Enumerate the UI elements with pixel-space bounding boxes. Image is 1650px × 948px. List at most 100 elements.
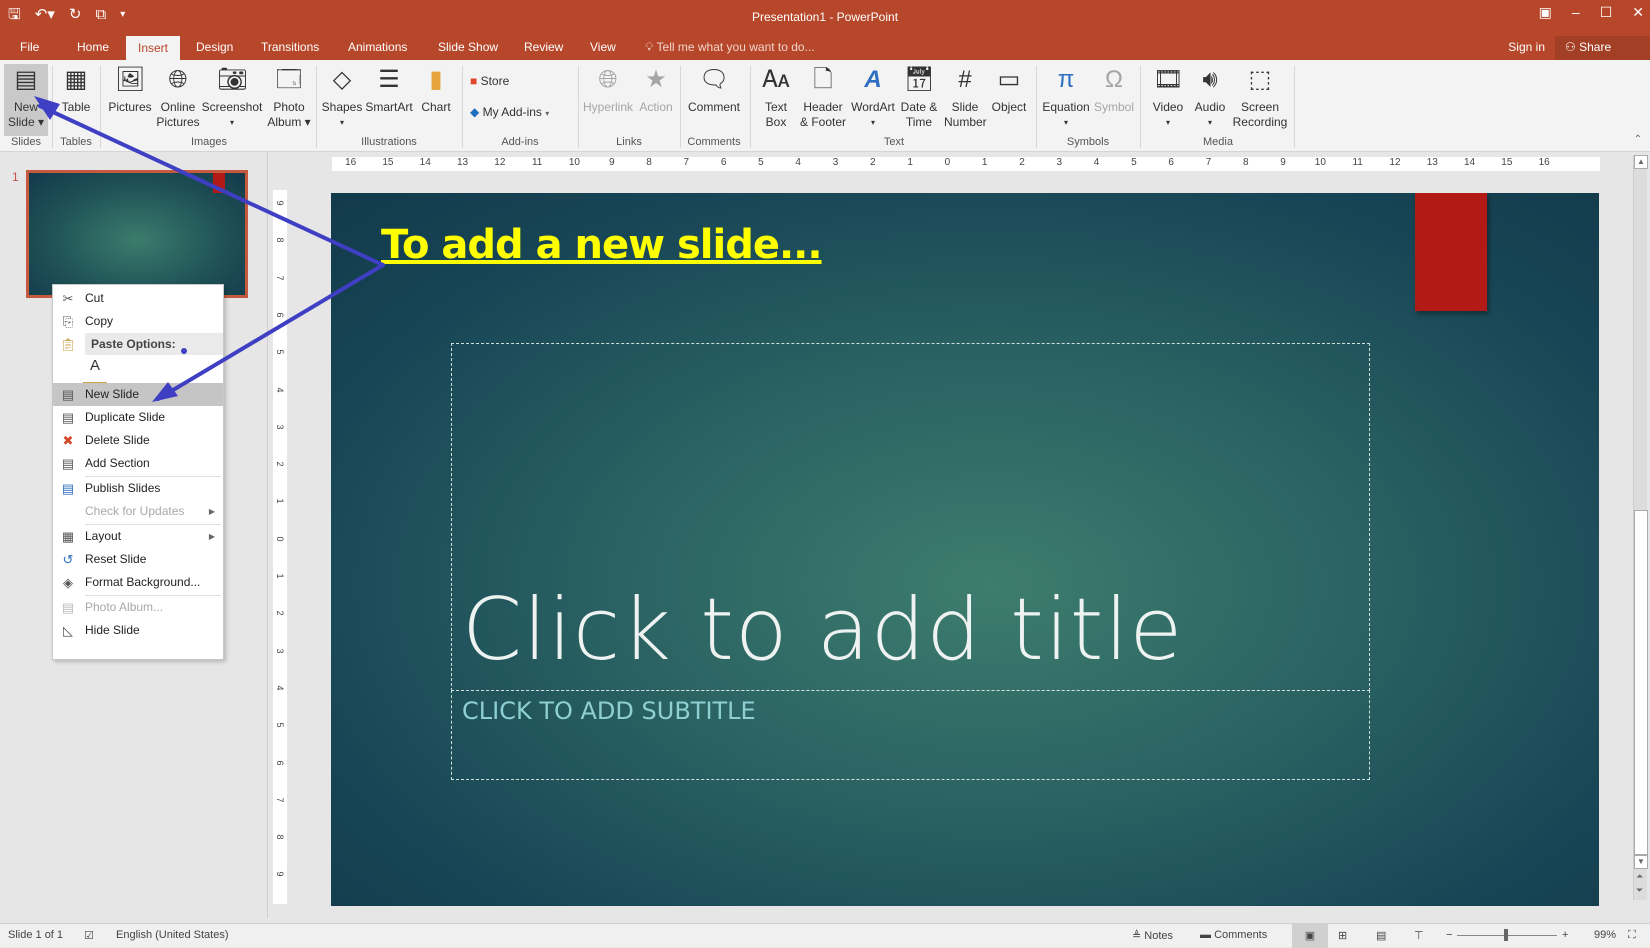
photo-album-button[interactable]: 🗔 Photo Album ▾ [266, 64, 312, 130]
tab-view[interactable]: View [590, 38, 616, 56]
tab-review[interactable]: Review [524, 38, 563, 56]
ruler-tick-label: 10 [556, 157, 593, 168]
tab-insert[interactable]: Insert [126, 36, 180, 60]
header-footer-button[interactable]: 🗋 Header & Footer [798, 64, 848, 130]
label: Header [798, 100, 848, 115]
menu-item-duplicate-slide[interactable]: ▤Duplicate Slide [53, 406, 223, 429]
screenshot-button[interactable]: 📷︎ Screenshot ▾ [201, 64, 263, 130]
tab-design[interactable]: Design [196, 38, 233, 56]
zoom-out-button[interactable]: − [1446, 929, 1452, 941]
share-button[interactable]: ⚇ Share [1555, 36, 1650, 60]
scroll-down-button[interactable]: ▼ [1634, 855, 1648, 869]
smartart-button[interactable]: ☰ SmartArt [364, 64, 414, 115]
ruler-tick-label: 9 [275, 196, 285, 210]
menu-item-copy[interactable]: ⎘Copy [53, 310, 223, 333]
label: New Slide [85, 387, 139, 401]
menu-item-layout[interactable]: ▦Layout▶ [53, 525, 223, 548]
object-button[interactable]: ▭ Object [988, 64, 1030, 115]
vertical-scrollbar[interactable]: ▲ ▼ ⏶ ⏷ [1633, 155, 1647, 900]
spell-check-icon[interactable]: ☑ [84, 929, 94, 942]
tell-me-box[interactable]: 💡︎ Tell me what you want to do... [645, 40, 815, 55]
publish-slides-icon: ▤ [59, 477, 77, 500]
audio-button[interactable]: 🔊︎ Audio ▾ [1190, 64, 1230, 130]
text-box-button[interactable]: 🗛 Text Box [758, 64, 794, 130]
scroll-up-button[interactable]: ▲ [1634, 155, 1648, 169]
minimize-icon[interactable]: – [1572, 4, 1580, 21]
menu-item-delete-slide[interactable]: ✖Delete Slide [53, 429, 223, 452]
menu-item-hide-slide[interactable]: ◺Hide Slide [53, 619, 223, 642]
label: Store [481, 74, 510, 88]
online-pictures-button[interactable]: 🌐︎ Online Pictures [156, 64, 200, 130]
divider [100, 66, 101, 148]
paste-keep-text-only-button[interactable]: A [83, 357, 107, 383]
label: Symbol [1092, 100, 1136, 115]
menu-item-new-slide[interactable]: ▤New Slide [53, 383, 223, 406]
wordart-button[interactable]: A WordArt ▾ [850, 64, 896, 130]
slide-number-button[interactable]: # Slide Number [944, 64, 986, 130]
normal-view-button[interactable]: ▣ [1292, 924, 1328, 948]
tab-home[interactable]: Home [77, 38, 109, 56]
screen-recording-button[interactable]: ⬚ Screen Recording [1232, 64, 1288, 130]
menu-item-format-background[interactable]: ◈Format Background... [53, 571, 223, 594]
video-button[interactable]: 🎞︎ Video ▾ [1148, 64, 1188, 130]
label: Number [944, 115, 986, 130]
zoom-in-button[interactable]: + [1562, 929, 1568, 941]
slide-sorter-view-icon[interactable]: ⊞ [1338, 929, 1347, 942]
hyperlink-button[interactable]: 🌐︎ Hyperlink [582, 64, 634, 115]
next-slide-icon[interactable]: ⏷ [1636, 885, 1643, 896]
title-placeholder[interactable]: Click to add title [451, 343, 1370, 691]
ruler-tick-label: 5 [1115, 157, 1152, 168]
menu-item-publish-slides[interactable]: ▤Publish Slides [53, 477, 223, 500]
horizontal-ruler: 1615141312111098765432101234567891011121… [332, 157, 1600, 171]
previous-slide-icon[interactable]: ⏶ [1636, 871, 1643, 882]
language-indicator[interactable]: English (United States) [116, 929, 229, 941]
menu-item-cut[interactable]: ✂Cut [53, 287, 223, 310]
label: Object [988, 100, 1030, 115]
table-button[interactable]: ▦ Table [56, 64, 96, 115]
symbol-button[interactable]: Ω Symbol [1092, 64, 1136, 115]
slide-show-view-icon[interactable]: ⊤ [1414, 929, 1424, 942]
wordart-icon: A [858, 64, 888, 96]
my-addins-icon: ◆ [470, 105, 479, 119]
label: Photo [266, 100, 312, 115]
label: Copy [85, 314, 113, 328]
maximize-icon[interactable]: ☐ [1600, 4, 1613, 21]
my-addins-button[interactable]: ◆ My Add-ins ▾ [470, 105, 549, 121]
slide-thumbnail[interactable] [26, 170, 248, 298]
comment-button[interactable]: 🗨︎ Comment [686, 64, 742, 115]
slide-counter: Slide 1 of 1 [8, 929, 63, 941]
subtitle-placeholder[interactable]: CLICK TO ADD SUBTITLE [451, 690, 1370, 780]
menu-item-reset-slide[interactable]: ↺Reset Slide [53, 548, 223, 571]
ruler-tick-label: 2 [275, 457, 285, 471]
new-slide-button[interactable]: ▤ New Slide ▾ [4, 64, 48, 136]
equation-button[interactable]: π Equation ▾ [1040, 64, 1092, 130]
tab-slide-show[interactable]: Slide Show [438, 38, 498, 56]
photo-album-icon: ▤ [59, 596, 77, 619]
action-button[interactable]: ★ Action [636, 64, 676, 115]
slide-canvas[interactable]: To add a new slide... Click to add title… [331, 193, 1599, 906]
menu-item-add-section[interactable]: ▤Add Section [53, 452, 223, 475]
comments-button[interactable]: ▬ Comments [1200, 929, 1267, 941]
collapse-ribbon-icon[interactable]: ⌃ [1634, 134, 1642, 145]
store-button[interactable]: ■ Store [470, 74, 509, 89]
pictures-button[interactable]: 🖼︎ Pictures [106, 64, 154, 115]
dropdown-caret: ▾ [1040, 115, 1092, 130]
scroll-thumb[interactable] [1634, 510, 1648, 855]
date-time-button[interactable]: 📅︎ Date & Time [898, 64, 940, 130]
tab-animations[interactable]: Animations [348, 38, 407, 56]
label: Box [758, 115, 794, 130]
tell-me-text: Tell me what you want to do... [657, 40, 815, 54]
notes-button[interactable]: ≜ Notes [1132, 929, 1173, 942]
tab-transitions[interactable]: Transitions [261, 38, 319, 56]
chart-button[interactable]: ▮ Chart [416, 64, 456, 115]
restore-ribbon-icon[interactable]: ▣ [1539, 4, 1552, 21]
shapes-button[interactable]: ◇ Shapes ▾ [320, 64, 364, 130]
zoom-level[interactable]: 99% [1594, 929, 1616, 941]
fit-to-window-icon[interactable]: ⛶ [1628, 929, 1636, 942]
speaker-icon: 🔊︎ [1195, 64, 1225, 96]
tab-file[interactable]: File [20, 38, 39, 56]
reading-view-icon[interactable]: ▤ [1376, 929, 1386, 942]
sign-in-link[interactable]: Sign in [1508, 40, 1545, 54]
zoom-slider-thumb[interactable] [1504, 929, 1508, 941]
close-icon[interactable]: ✕ [1632, 4, 1644, 21]
